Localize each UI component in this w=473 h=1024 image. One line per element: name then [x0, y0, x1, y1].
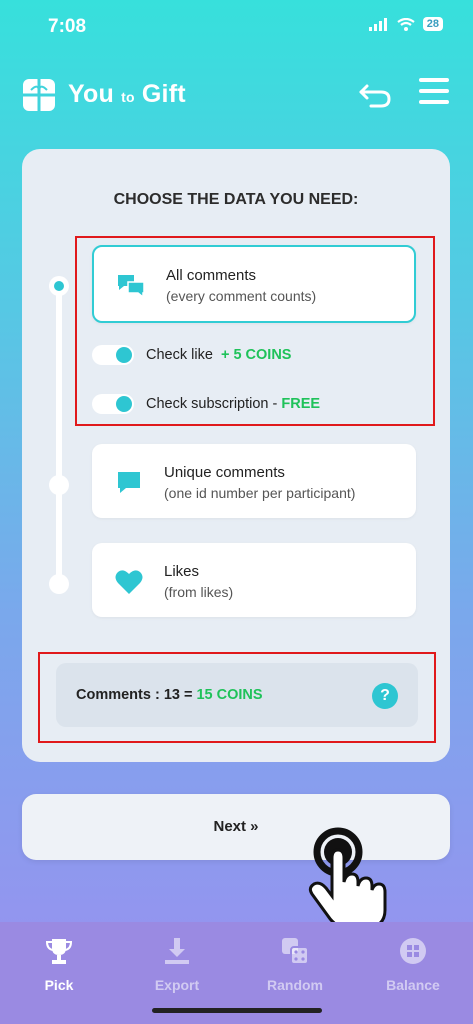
status-icons: 28: [368, 17, 443, 31]
tab-label: Pick: [44, 977, 74, 993]
status-time: 7:08: [48, 16, 87, 37]
option-title: Likes: [164, 563, 200, 580]
home-indicator: [152, 1008, 322, 1013]
option-subtitle: (from likes): [164, 584, 234, 600]
comment-icon: [118, 472, 140, 493]
menu-icon[interactable]: [419, 78, 449, 106]
status-bar: 7:08 28: [0, 0, 473, 50]
selection-rail: [56, 283, 62, 585]
tab-pick[interactable]: Pick: [14, 936, 104, 993]
coin-icon: [400, 938, 426, 964]
option-title: Unique comments: [164, 464, 285, 481]
app-header: You to Gift: [22, 76, 451, 116]
rail-dot-likes[interactable]: [49, 574, 69, 594]
wifi-icon: [397, 17, 415, 31]
tab-label: Balance: [386, 977, 440, 993]
tab-label: Random: [267, 977, 323, 993]
tab-random[interactable]: Random: [250, 936, 340, 993]
card-title: CHOOSE THE DATA YOU NEED:: [113, 191, 359, 208]
app-logo-icon: [23, 79, 55, 111]
trophy-icon: [45, 939, 73, 964]
tab-export[interactable]: Export: [132, 936, 222, 993]
app-brand: You to Gift: [68, 80, 186, 109]
tab-balance[interactable]: Balance: [368, 936, 458, 993]
signal-icon: [368, 17, 387, 31]
option-unique-comments[interactable]: Unique comments (one id number per parti…: [92, 444, 416, 518]
download-icon: [165, 938, 189, 964]
battery-indicator: 28: [422, 17, 443, 31]
undo-icon[interactable]: [357, 78, 393, 110]
tap-hand-icon: [308, 827, 387, 930]
brand-word-you: You: [68, 80, 114, 108]
dice-icon: [282, 938, 309, 965]
brand-word-gift: Gift: [141, 80, 186, 108]
tab-label: Export: [154, 977, 200, 993]
brand-word-to: to: [121, 89, 135, 105]
highlight-box-summary: [38, 652, 436, 743]
rail-dot-all-comments[interactable]: [49, 276, 69, 296]
heart-icon: [115, 570, 143, 594]
highlight-box-comments-options: [75, 236, 435, 426]
option-likes[interactable]: Likes (from likes): [92, 543, 416, 617]
option-subtitle: (one id number per participant): [164, 485, 356, 501]
rail-dot-unique-comments[interactable]: [49, 475, 69, 495]
